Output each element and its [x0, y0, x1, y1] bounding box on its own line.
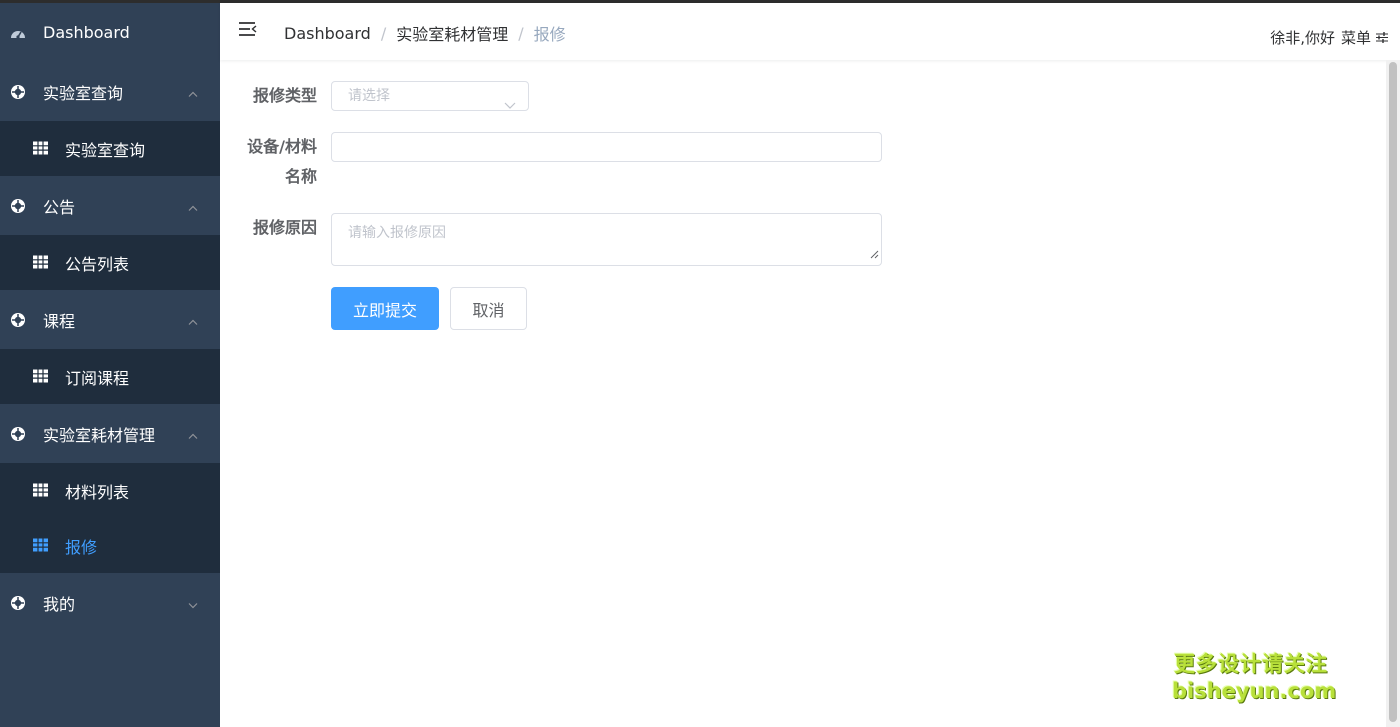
table-icon — [33, 367, 48, 386]
sidebar-group-notice[interactable]: 公告 — [0, 176, 220, 235]
user-menu[interactable]: 徐非,你好 菜单 — [1270, 27, 1388, 48]
breadcrumb-consumables[interactable]: 实验室耗材管理 — [396, 21, 508, 45]
sidebar-item-label: 报修 — [65, 537, 98, 557]
repair-type-select[interactable]: 请选择 — [331, 81, 529, 111]
item-name-label: 设备/材料 名称 — [227, 135, 317, 189]
submenu-consumables: 材料列表 报修 — [0, 463, 220, 573]
breadcrumb-current: 报修 — [533, 25, 566, 44]
sidebar-group-label: 公告 — [43, 197, 76, 217]
user-greeting: 徐非,你好 — [1270, 29, 1335, 47]
user-menu-label[interactable]: 菜单 — [1341, 27, 1371, 48]
sidebar-item-dashboard[interactable]: Dashboard — [0, 3, 220, 62]
watermark: 更多设计请关注 bisheyun.com — [1172, 651, 1337, 705]
breadcrumb: Dashboard / 实验室耗材管理 / 报修 — [284, 21, 566, 45]
sidebar-group-label: 课程 — [43, 311, 76, 331]
sidebar-item-label: Dashboard — [43, 23, 130, 42]
chevron-up-icon — [188, 82, 198, 101]
table-icon — [33, 481, 48, 500]
sidebar-item-repair[interactable]: 报修 — [0, 518, 220, 573]
table-icon — [33, 536, 48, 555]
repair-type-label: 报修类型 — [252, 86, 317, 105]
submenu-course: 订阅课程 — [0, 349, 220, 404]
item-name-label-line1: 设备/材料 — [247, 137, 317, 156]
chevron-up-icon — [188, 424, 198, 443]
sidebar-item-subscribed-course[interactable]: 订阅课程 — [0, 349, 220, 404]
sidebar-group-lab-query[interactable]: 实验室查询 — [0, 62, 220, 121]
sidebar-item-label: 材料列表 — [65, 482, 130, 502]
breadcrumb-separator: / — [380, 23, 387, 43]
breadcrumb-dashboard[interactable]: Dashboard — [284, 24, 371, 43]
sidebar-group-mine[interactable]: 我的 — [0, 573, 220, 632]
chevron-up-icon — [188, 196, 198, 215]
repair-reason-placeholder: 请输入报修原因 — [348, 225, 446, 241]
page-scrollbar[interactable] — [1386, 60, 1400, 727]
sidebar-group-label: 实验室查询 — [43, 83, 124, 103]
sidebar-group-course[interactable]: 课程 — [0, 290, 220, 349]
sidebar-item-material-list[interactable]: 材料列表 — [0, 463, 220, 518]
lifebuoy-icon — [10, 595, 26, 611]
hamburger-icon[interactable] — [238, 21, 257, 41]
watermark-line1: 更多设计请关注 — [1174, 652, 1328, 676]
lifebuoy-icon — [10, 312, 26, 328]
top-navbar: Dashboard / 实验室耗材管理 / 报修 徐非,你好 菜单 — [220, 3, 1400, 60]
sidebar: Dashboard 实验室查询 实验室查询 公告 公告列表 课程 订阅课程 实验… — [0, 3, 220, 727]
submenu-notice: 公告列表 — [0, 235, 220, 290]
cancel-button[interactable]: 取消 — [450, 287, 527, 330]
scrollbar-thumb[interactable] — [1389, 62, 1397, 722]
chevron-down-icon — [188, 593, 198, 612]
sidebar-group-consumables[interactable]: 实验室耗材管理 — [0, 404, 220, 463]
chevron-up-icon — [188, 310, 198, 329]
watermark-line2: bisheyun.com — [1172, 679, 1337, 703]
breadcrumb-separator: / — [518, 23, 524, 43]
submit-button[interactable]: 立即提交 — [331, 287, 439, 330]
submenu-lab-query: 实验室查询 — [0, 121, 220, 176]
sidebar-item-label: 订阅课程 — [65, 368, 130, 388]
chevron-down-icon — [504, 91, 516, 119]
sidebar-group-label: 我的 — [43, 594, 76, 614]
sidebar-item-label: 实验室查询 — [65, 140, 146, 160]
sidebar-item-notice-list[interactable]: 公告列表 — [0, 235, 220, 290]
lifebuoy-icon — [10, 426, 26, 442]
repair-reason-label: 报修原因 — [252, 218, 317, 237]
lifebuoy-icon — [10, 84, 26, 100]
repair-type-placeholder: 请选择 — [348, 88, 390, 104]
sidebar-item-label: 公告列表 — [65, 254, 130, 274]
table-icon — [33, 253, 48, 272]
repair-reason-textarea[interactable]: 请输入报修原因 — [331, 213, 882, 266]
table-icon — [33, 139, 48, 158]
lifebuoy-icon — [10, 198, 26, 214]
dashboard-icon — [10, 25, 26, 41]
sliders-icon — [1376, 32, 1388, 43]
sidebar-item-lab-query[interactable]: 实验室查询 — [0, 121, 220, 176]
resize-grip-icon[interactable] — [870, 247, 879, 263]
sidebar-group-label: 实验室耗材管理 — [43, 425, 156, 445]
item-name-input[interactable] — [331, 132, 882, 162]
item-name-label-line2: 名称 — [284, 167, 317, 186]
